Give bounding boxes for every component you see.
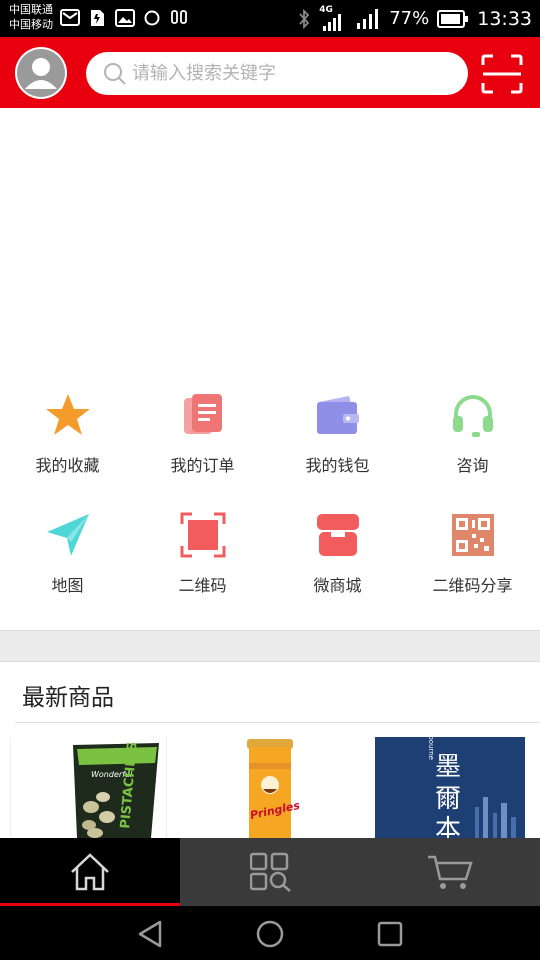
- system-nav-bar: [0, 906, 540, 960]
- section-divider: [0, 630, 540, 662]
- image-icon: [115, 9, 135, 27]
- shop-icon: [317, 514, 359, 556]
- book-title-char-1: 墨: [435, 752, 461, 782]
- mail-icon: [60, 9, 80, 26]
- home-circle-icon[interactable]: [256, 920, 284, 948]
- menu-wallet[interactable]: 我的钱包: [270, 392, 405, 502]
- book-title-char-2: 爾: [435, 784, 461, 814]
- carrier-2: 中国移动: [9, 18, 53, 31]
- category-search-icon: [250, 852, 291, 892]
- mobile-signal-4g: 4G: [319, 5, 347, 32]
- latest-products-title: 最新商品: [22, 685, 114, 711]
- signal-icon-1: [323, 13, 342, 31]
- menu-label: 地图: [51, 576, 84, 595]
- title-underline: [15, 722, 540, 723]
- scan-icon[interactable]: [480, 53, 524, 95]
- product-card-pistachios[interactable]: Wonderful PISTACHIOS: [10, 737, 167, 838]
- melbourne-book-image: 墨 爾 本 Melbourne: [375, 737, 525, 838]
- tab-category[interactable]: [180, 838, 360, 906]
- headset-icon: [453, 395, 493, 437]
- user-icon: [17, 49, 65, 97]
- order-document-icon: [184, 394, 222, 434]
- menu-micro-shop[interactable]: 微商城: [270, 512, 405, 622]
- menu-favorites[interactable]: 我的收藏: [0, 392, 135, 502]
- wallet-icon: [317, 396, 359, 434]
- menu-label: 我的订单: [170, 456, 235, 475]
- status-right: 4G 77% 13:33: [297, 0, 532, 37]
- clock: 13:33: [477, 7, 532, 30]
- tab-cart[interactable]: [360, 838, 540, 906]
- battery-icon: [437, 9, 469, 28]
- menu-label: 微商城: [313, 576, 362, 595]
- back-icon[interactable]: [137, 920, 163, 948]
- menu-consult[interactable]: 咨询: [405, 392, 540, 502]
- signal-icon-2: [357, 8, 379, 29]
- menu-qrcode[interactable]: 二维码: [135, 512, 270, 622]
- vibrate-icon: [171, 10, 187, 24]
- product-card-melbourne-book[interactable]: 墨 爾 本 Melbourne: [375, 737, 525, 838]
- avatar[interactable]: [15, 47, 67, 99]
- status-bar: 中国联通 中国移动 4G 77% 13:33: [0, 0, 540, 37]
- carrier-1: 中国联通: [9, 3, 53, 16]
- menu-label: 我的钱包: [305, 456, 370, 475]
- scan-frame-icon: [180, 512, 226, 558]
- battery-percent: 77%: [389, 8, 430, 29]
- menu-label: 二维码: [178, 576, 227, 595]
- product-card-pringles[interactable]: Pringles: [230, 737, 310, 838]
- bluetooth-icon: [299, 8, 310, 29]
- menu-orders[interactable]: 我的订单: [135, 392, 270, 502]
- qr-code-icon: [452, 514, 494, 556]
- menu-label: 咨询: [456, 456, 489, 475]
- paper-plane-icon: [47, 514, 89, 556]
- sim-icon: [91, 10, 104, 26]
- search-input[interactable]: 请输入搜索关键字: [132, 62, 276, 86]
- menu-label: 我的收藏: [35, 456, 100, 475]
- circle-icon: [144, 10, 160, 26]
- carrier-info: 中国联通 中国移动: [9, 2, 53, 32]
- recents-icon[interactable]: [377, 921, 403, 947]
- banner-area: [0, 108, 540, 378]
- menu-map[interactable]: 地图: [0, 512, 135, 622]
- menu-qrcode-share[interactable]: 二维码分享: [405, 512, 540, 622]
- menu-label: 二维码分享: [432, 576, 513, 595]
- pringles-can-image: Pringles: [247, 739, 301, 838]
- search-icon: [104, 63, 126, 85]
- star-icon: [46, 394, 90, 435]
- pistachio-bag-image: Wonderful PISTACHIOS: [73, 741, 159, 838]
- book-title-char-3: 本: [435, 815, 461, 838]
- tab-home[interactable]: [0, 838, 180, 906]
- home-icon: [71, 853, 109, 891]
- book-brand-text: Melbourne: [427, 737, 435, 760]
- cart-icon: [428, 855, 473, 889]
